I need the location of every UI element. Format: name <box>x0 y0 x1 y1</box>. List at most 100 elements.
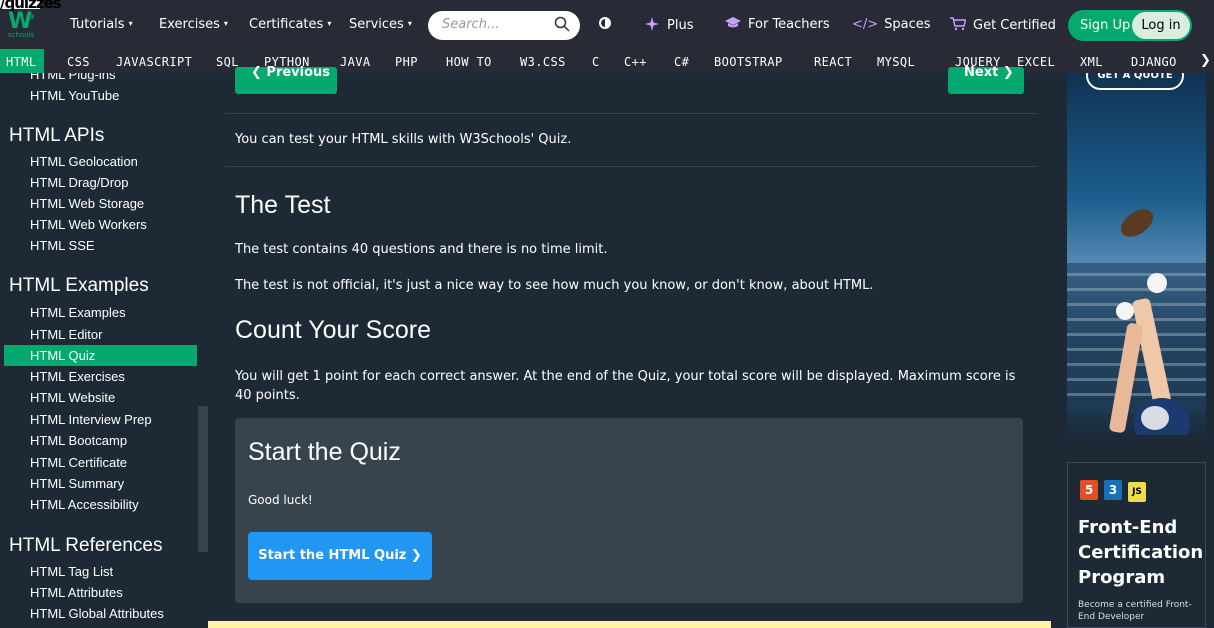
topic-xml[interactable]: XML <box>1080 55 1103 69</box>
topic-javascript[interactable]: JAVASCRIPT <box>116 55 192 69</box>
sidebar-item-plugins[interactable]: HTML Plug-ins <box>30 73 115 82</box>
nav-services-label: Services <box>349 17 404 32</box>
nav-services[interactable]: Services ▾ <box>349 17 412 32</box>
spaces-label: Spaces <box>884 17 931 32</box>
sidebar-scrollbar[interactable] <box>198 406 208 552</box>
nav-exercises[interactable]: Exercises ▾ <box>159 17 228 32</box>
html5-icon: 5 <box>1080 480 1098 500</box>
javascript-icon: JS <box>1128 482 1146 502</box>
nav-certificates-label: Certificates <box>249 17 324 32</box>
next-label: Next ❯ <box>964 65 1014 80</box>
css3-icon: 3 <box>1104 480 1122 500</box>
graduation-cap-icon <box>725 17 741 28</box>
test-paragraph-1: The test contains 40 questions and there… <box>235 242 608 257</box>
w3schools-logo[interactable]: W 3 schools <box>8 9 35 42</box>
tech-badges: 5 3 JS <box>1080 480 1152 502</box>
sidebar-item-website[interactable]: HTML Website <box>30 390 115 405</box>
sidebar-item-webworkers[interactable]: HTML Web Workers <box>30 217 147 232</box>
sidebar-item-dragdrop[interactable]: HTML Drag/Drop <box>30 175 128 190</box>
right-ad-column: GET A QUOTE 5 3 JS Front-End Certification… <box>1051 73 1214 628</box>
sidebar-item-examples[interactable]: HTML Examples <box>30 305 126 320</box>
nav-certificates[interactable]: Certificates ▾ <box>249 17 331 32</box>
topic-css[interactable]: CSS <box>67 55 90 69</box>
auth-buttons: Sign Up Log in <box>1068 10 1192 41</box>
code-icon: </> <box>852 17 879 32</box>
logo-schools: schools <box>8 31 35 39</box>
football-player-image <box>1067 209 1206 435</box>
topic-mysql[interactable]: MYSQL <box>877 55 915 69</box>
left-sidebar: HTML Plug-ins HTML YouTube HTML APIs HTM… <box>0 73 208 628</box>
address-fragment: /quizzes <box>0 0 62 12</box>
logo-w: W <box>8 9 33 34</box>
spaces-link[interactable]: </> Spaces <box>852 17 931 32</box>
topic-react[interactable]: REACT <box>814 55 852 69</box>
frontend-cert-ad[interactable]: 5 3 JS Front-End Certification Program Bec… <box>1067 462 1206 628</box>
sparkle-icon <box>645 17 659 31</box>
sidebar-item-webstorage[interactable]: HTML Web Storage <box>30 196 144 211</box>
topic-django[interactable]: DJANGO <box>1131 55 1177 69</box>
cert-ad-title: Front-End Certification Program <box>1078 517 1204 588</box>
topic-c[interactable]: C <box>592 55 600 69</box>
nav-exercises-label: Exercises <box>159 17 220 32</box>
football-ad[interactable]: GET A QUOTE <box>1067 73 1206 435</box>
get-certified-link[interactable]: Get Certified <box>950 17 1056 33</box>
sidebar-item-summary[interactable]: HTML Summary <box>30 476 124 491</box>
logo-superscript: 3 <box>30 14 35 21</box>
sidebar-item-accessibility[interactable]: HTML Accessibility <box>30 497 139 512</box>
highlight-banner <box>208 621 1051 628</box>
sidebar-heading-references: HTML References <box>9 535 163 556</box>
signup-button[interactable]: Sign Up <box>1080 18 1130 33</box>
sidebar-item-attributes[interactable]: HTML Attributes <box>30 585 123 600</box>
search-icon[interactable] <box>554 16 570 32</box>
sidebar-item-interview-prep[interactable]: HTML Interview Prep <box>30 412 152 427</box>
chevron-down-icon: ▾ <box>407 19 412 28</box>
heading-count-score: Count Your Score <box>235 316 431 344</box>
chevron-right-icon[interactable]: ❯ <box>1200 53 1211 68</box>
sidebar-item-certificate[interactable]: HTML Certificate <box>30 455 127 470</box>
sidebar-item-youtube[interactable]: HTML YouTube <box>30 88 119 103</box>
topic-php[interactable]: PHP <box>395 55 418 69</box>
topic-bar: HTML CSS JAVASCRIPT SQL PYTHON JAVA PHP … <box>0 49 1214 73</box>
teachers-label: For Teachers <box>748 17 830 32</box>
sidebar-item-tag-list[interactable]: HTML Tag List <box>30 564 113 579</box>
topic-cpp[interactable]: C++ <box>624 55 647 69</box>
main-content: ❮ Previous Next ❯ You can test your HTML… <box>208 65 1051 628</box>
sidebar-item-global-attributes[interactable]: HTML Global Attributes <box>30 606 164 621</box>
search-box[interactable] <box>428 11 580 40</box>
plus-link[interactable]: Plus <box>645 17 693 33</box>
topic-w3css[interactable]: W3.CSS <box>520 55 566 69</box>
topic-java[interactable]: JAVA <box>340 55 371 69</box>
sidebar-item-editor[interactable]: HTML Editor <box>30 327 102 342</box>
chevron-down-icon: ▾ <box>327 19 332 28</box>
cart-icon <box>950 17 967 31</box>
score-paragraph: You will get 1 point for each correct an… <box>235 369 1016 403</box>
theme-toggle-icon[interactable] <box>599 17 611 29</box>
plus-label: Plus <box>667 18 694 33</box>
sidebar-item-quiz[interactable]: HTML Quiz <box>30 348 95 363</box>
for-teachers-link[interactable]: For Teachers <box>725 17 830 32</box>
sidebar-item-sse[interactable]: HTML SSE <box>30 238 95 253</box>
sidebar-item-bootcamp[interactable]: HTML Bootcamp <box>30 433 127 448</box>
heading-the-test: The Test <box>235 191 331 219</box>
previous-label: ❮ Previous <box>251 65 331 80</box>
chevron-down-icon: ▾ <box>223 19 228 28</box>
nav-tutorials[interactable]: Tutorials ▾ <box>70 17 133 32</box>
sidebar-item-exercises[interactable]: HTML Exercises <box>30 369 125 384</box>
previous-button[interactable]: ❮ Previous <box>235 65 337 94</box>
sidebar-heading-apis: HTML APIs <box>9 125 105 146</box>
topic-csharp[interactable]: C# <box>674 55 689 69</box>
start-quiz-button[interactable]: Start the HTML Quiz ❯ <box>248 532 432 580</box>
top-navbar: /quizzes W 3 schools Tutorials ▾ Exercise… <box>0 0 1214 49</box>
test-paragraph-2: The test is not official, it's just a ni… <box>235 278 874 293</box>
cert-ad-subtitle: Become a certified Front-End Developer <box>1078 600 1192 622</box>
topic-html[interactable]: HTML <box>0 49 44 73</box>
next-button[interactable]: Next ❯ <box>948 65 1024 94</box>
chevron-down-icon: ▾ <box>128 19 133 28</box>
search-input[interactable] <box>442 17 552 32</box>
sidebar-item-geolocation[interactable]: HTML Geolocation <box>30 154 138 169</box>
login-button[interactable]: Log in <box>1132 12 1190 39</box>
topic-bootstrap[interactable]: BOOTSTRAP <box>714 55 783 69</box>
topic-howto[interactable]: HOW TO <box>446 55 492 69</box>
divider <box>225 113 1037 114</box>
sidebar-heading-examples: HTML Examples <box>9 275 149 296</box>
